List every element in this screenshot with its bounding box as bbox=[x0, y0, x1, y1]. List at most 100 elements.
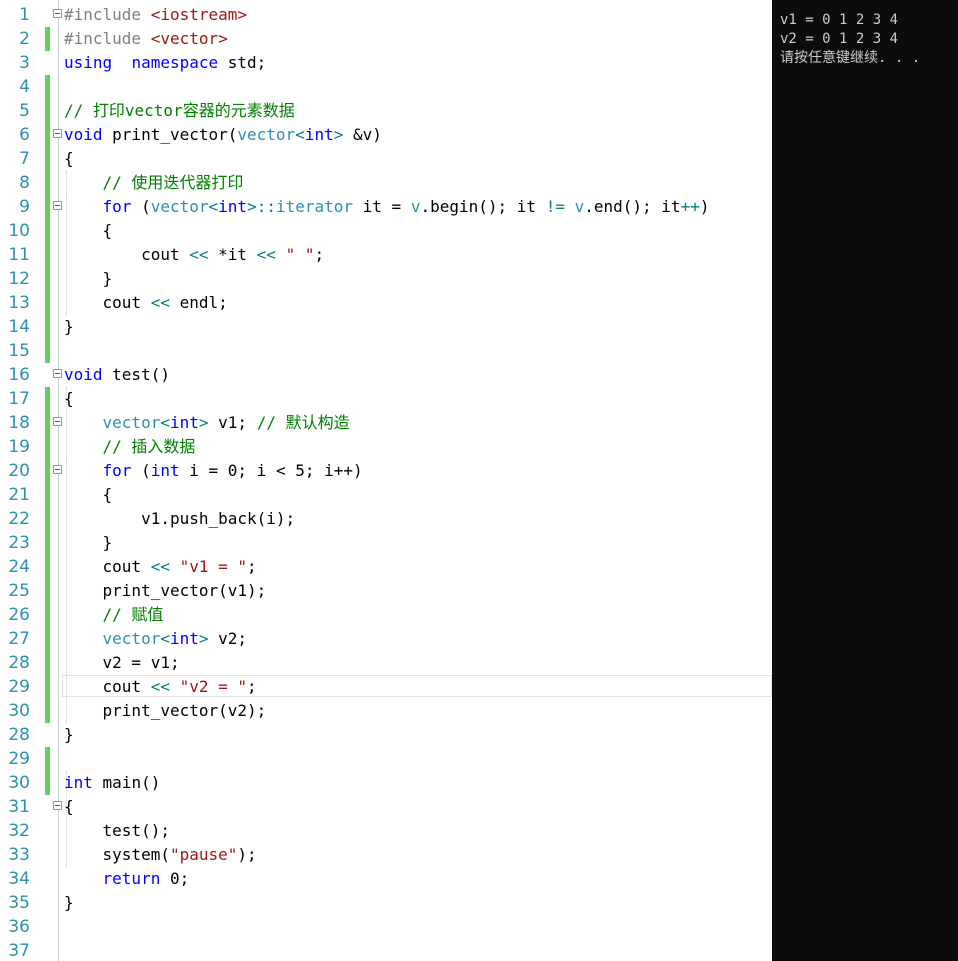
code-text[interactable]: vector<int> v2; bbox=[64, 627, 248, 651]
code-text[interactable]: test(); bbox=[64, 819, 170, 843]
code-token: #include bbox=[64, 29, 151, 48]
code-line[interactable]: 34 return 0; bbox=[0, 867, 772, 891]
code-text[interactable]: vector<int> v1; // 默认构造 bbox=[64, 411, 350, 435]
code-line[interactable]: 11 cout << *it << " "; bbox=[0, 243, 772, 267]
code-text[interactable]: } bbox=[64, 723, 74, 747]
code-line[interactable]: 35} bbox=[0, 891, 772, 915]
code-token: iterator bbox=[275, 197, 354, 216]
code-line[interactable]: 15 bbox=[0, 339, 772, 363]
code-text[interactable]: } bbox=[64, 267, 113, 291]
code-line[interactable]: 14} bbox=[0, 315, 772, 339]
code-line[interactable]: 1 #include <iostream> bbox=[0, 3, 772, 27]
code-line[interactable]: 2 #include <vector> bbox=[0, 27, 772, 51]
console-line: 请按任意键继续. . . bbox=[780, 50, 921, 66]
code-text[interactable]: cout << *it << " "; bbox=[64, 243, 324, 267]
collapse-icon[interactable] bbox=[53, 201, 62, 210]
code-line[interactable]: 4 bbox=[0, 75, 772, 99]
code-text[interactable]: print_vector(v1); bbox=[64, 579, 267, 603]
line-number: 32 bbox=[8, 821, 30, 841]
code-line[interactable]: 31{ bbox=[0, 795, 772, 819]
code-line[interactable]: 8 // 使用迭代器打印 bbox=[0, 171, 772, 195]
code-text[interactable]: cout << endl; bbox=[64, 291, 228, 315]
code-line[interactable]: 23 } bbox=[0, 531, 772, 555]
code-text[interactable]: // 赋值 bbox=[64, 603, 164, 627]
code-text[interactable]: using namespace std; bbox=[64, 51, 266, 75]
code-token: v1.push_back(i); bbox=[64, 509, 296, 528]
code-line[interactable]: 27 vector<int> v2; bbox=[0, 627, 772, 651]
code-line[interactable]: 18 vector<int> v1; // 默认构造 bbox=[0, 411, 772, 435]
code-line[interactable]: 28} bbox=[0, 723, 772, 747]
code-text[interactable]: print_vector(v2); bbox=[64, 699, 267, 723]
collapse-icon[interactable] bbox=[53, 465, 62, 474]
code-text[interactable]: void print_vector(vector<int> &v) bbox=[64, 123, 382, 147]
collapse-icon[interactable] bbox=[53, 129, 62, 138]
code-text[interactable]: void test() bbox=[64, 363, 170, 387]
code-line[interactable]: 30 int main() bbox=[0, 771, 772, 795]
code-text[interactable]: #include <vector> bbox=[64, 27, 228, 51]
code-text[interactable]: cout << "v2 = "; bbox=[64, 675, 257, 699]
code-line[interactable]: 21 { bbox=[0, 483, 772, 507]
code-line[interactable]: 28 v2 = v1; bbox=[0, 651, 772, 675]
code-text[interactable]: { bbox=[64, 147, 74, 171]
code-text[interactable]: } bbox=[64, 891, 74, 915]
code-line[interactable]: 22 v1.push_back(i); bbox=[0, 507, 772, 531]
code-line[interactable]: 5 // 打印vector容器的元素数据 bbox=[0, 99, 772, 123]
code-text[interactable]: int main() bbox=[64, 771, 160, 795]
code-line[interactable]: 33 system("pause"); bbox=[0, 843, 772, 867]
code-line[interactable]: 26 // 赋值 bbox=[0, 603, 772, 627]
code-line[interactable]: 36 bbox=[0, 915, 772, 939]
line-number: 2 bbox=[19, 29, 30, 49]
change-indicator bbox=[45, 483, 50, 507]
code-token: ; bbox=[247, 677, 257, 696]
code-line[interactable]: 37 bbox=[0, 939, 772, 961]
code-line[interactable]: 30 print_vector(v2); bbox=[0, 699, 772, 723]
code-text[interactable]: // 打印vector容器的元素数据 bbox=[64, 99, 295, 123]
code-text[interactable]: v1.push_back(i); bbox=[64, 507, 295, 531]
code-text[interactable]: } bbox=[64, 531, 113, 555]
collapse-icon[interactable] bbox=[53, 369, 62, 378]
collapse-icon[interactable] bbox=[53, 417, 62, 426]
code-line[interactable]: 10 { bbox=[0, 219, 772, 243]
code-line[interactable]: 32 test(); bbox=[0, 819, 772, 843]
code-line[interactable]: 24 cout << "v1 = "; bbox=[0, 555, 772, 579]
line-number: 5 bbox=[19, 101, 30, 121]
code-line[interactable]: 7{ bbox=[0, 147, 772, 171]
code-line[interactable]: 13 cout << endl; bbox=[0, 291, 772, 315]
code-token: cout bbox=[64, 557, 151, 576]
code-line[interactable]: 3 using namespace std; bbox=[0, 51, 772, 75]
code-line[interactable]: 9 for (vector<int>::iterator it = v.begi… bbox=[0, 195, 772, 219]
code-text[interactable]: system("pause"); bbox=[64, 843, 257, 867]
code-text[interactable]: cout << "v1 = "; bbox=[64, 555, 257, 579]
collapse-icon[interactable] bbox=[53, 9, 62, 18]
code-text[interactable]: { bbox=[64, 219, 113, 243]
code-line[interactable]: 29 cout << "v2 = "; bbox=[0, 675, 772, 699]
code-token: < bbox=[160, 629, 170, 648]
code-text[interactable]: v2 = v1; bbox=[64, 651, 180, 675]
code-token: } bbox=[64, 725, 74, 744]
code-line[interactable]: 12 } bbox=[0, 267, 772, 291]
collapse-icon[interactable] bbox=[53, 801, 62, 810]
code-line[interactable]: 17{ bbox=[0, 387, 772, 411]
code-line[interactable]: 19 // 插入数据 bbox=[0, 435, 772, 459]
code-text[interactable]: // 插入数据 bbox=[64, 435, 196, 459]
code-text[interactable]: } bbox=[64, 315, 74, 339]
change-indicator bbox=[45, 339, 50, 363]
line-number: 6 bbox=[19, 125, 30, 145]
code-token: "v2 = " bbox=[179, 677, 248, 696]
code-line[interactable]: 20 for (int i = 0; i < 5; i++) bbox=[0, 459, 772, 483]
code-text[interactable]: for (int i = 0; i < 5; i++) bbox=[64, 459, 363, 483]
code-text[interactable]: return 0; bbox=[64, 867, 190, 891]
code-text[interactable]: // 使用迭代器打印 bbox=[64, 171, 244, 195]
code-text[interactable]: #include <iostream> bbox=[64, 3, 247, 27]
code-editor[interactable]: 1 #include <iostream> 2 #include <vector> 3 u… bbox=[0, 0, 772, 961]
code-line[interactable]: 29 bbox=[0, 747, 772, 771]
code-token: ; bbox=[247, 557, 257, 576]
code-line[interactable]: 16 void test() bbox=[0, 363, 772, 387]
code-line[interactable]: 6 void print_vector(vector<int> &v) bbox=[0, 123, 772, 147]
console-window[interactable]: v1 = 0 1 2 3 4 v2 = 0 1 2 3 4 请按任意键继续. .… bbox=[772, 0, 958, 961]
code-line[interactable]: 25 print_vector(v1); bbox=[0, 579, 772, 603]
code-text[interactable]: for (vector<int>::iterator it = v.begin(… bbox=[64, 195, 710, 219]
code-token: int bbox=[169, 629, 199, 648]
code-text[interactable]: { bbox=[64, 483, 113, 507]
